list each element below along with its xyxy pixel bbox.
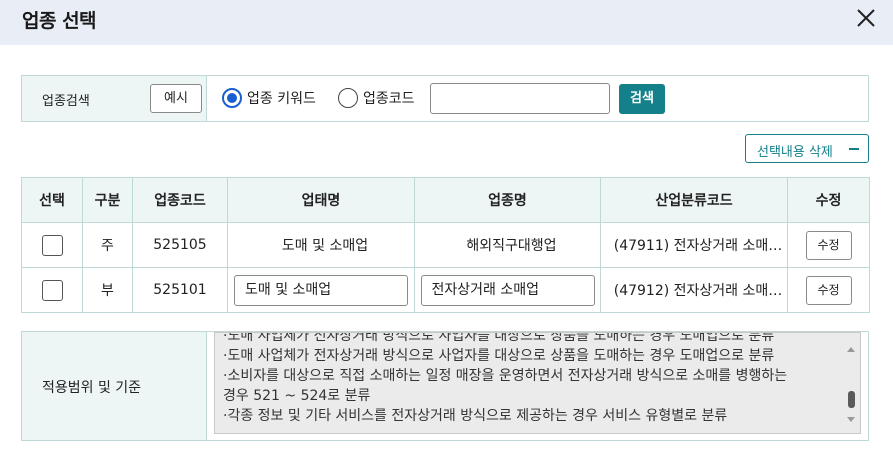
scope-line: ·도매 사업체가 전자상거래 방식으로 사업자를 대상으로 상품을 도매하는 경… — [223, 348, 775, 364]
header-type: 구분 — [82, 177, 133, 223]
table-header-row: 선택 구분 업종코드 업태명 업종명 산업분류코드 수정 — [21, 177, 870, 223]
business-name-cell: 해외직구대행업 — [414, 222, 601, 268]
delete-selection-label: 선택내용 삭제 — [757, 145, 833, 160]
code-cell: 525105 — [132, 222, 228, 268]
scroll-up-icon[interactable] — [847, 347, 855, 352]
scope-label: 적용범위 및 기준 — [42, 380, 142, 396]
header-industry-code: 산업분류코드 — [600, 177, 788, 223]
business-type-cell: 도매 및 소매업 — [227, 222, 415, 268]
radio-code-unchecked-icon[interactable] — [338, 88, 358, 108]
radio-keyword[interactable]: 업종 키워드 — [222, 87, 316, 109]
minus-icon — [849, 148, 859, 150]
scope-line: ·각종 정보 및 기타 서비스를 전자상거래 방식으로 제공하는 경우 서비스 … — [223, 408, 728, 424]
example-button[interactable]: 예시 — [150, 84, 202, 113]
type-cell: 부 — [82, 267, 133, 313]
row-checkbox[interactable] — [41, 234, 63, 256]
scope-label-cell: 적용범위 및 기준 — [22, 332, 207, 440]
scope-line: ·도매 사업체가 전자상거래 방식으로 사업자를 대상으로 상품을 도매하는 경… — [223, 332, 775, 344]
header-business-type: 업태명 — [227, 177, 415, 223]
industry-code-cell: (47912) 전자상거래 소매… — [600, 267, 788, 313]
business-type-input-cell: 도매 및 소매업 — [227, 267, 415, 313]
radio-keyword-label: 업종 키워드 — [247, 91, 316, 107]
edit-cell: 수정 — [787, 222, 870, 268]
header-select: 선택 — [21, 177, 83, 223]
dialog-title: 업종 선택 — [22, 10, 97, 32]
search-label-cell: 업종검색 예시 — [22, 76, 207, 121]
scroll-thumb[interactable] — [848, 391, 855, 408]
radio-code-label: 업종코드 — [363, 91, 415, 107]
header-code: 업종코드 — [132, 177, 228, 223]
dialog-header: 업종 선택 — [0, 0, 893, 45]
industry-code-cell: (47911) 전자상거래 소매… — [600, 222, 788, 268]
edit-cell: 수정 — [787, 267, 870, 313]
scope-line: ·소비자를 대상으로 직접 소매하는 일정 매장을 운영하면서 전자상거래 방식… — [223, 368, 788, 384]
edit-button[interactable]: 수정 — [805, 275, 852, 305]
business-name-input-cell: 전자상거래 소매업 — [414, 267, 601, 313]
radio-keyword-checked-icon[interactable] — [222, 88, 242, 108]
type-cell: 주 — [82, 222, 133, 268]
scope-scrollbar[interactable] — [843, 333, 860, 433]
search-button[interactable]: 검색 — [619, 84, 665, 114]
row-checkbox[interactable] — [41, 279, 63, 301]
search-panel: 업종검색 예시 업종 키워드 업종코드 검색 — [21, 75, 869, 122]
search-input[interactable] — [430, 83, 610, 114]
scope-textarea[interactable]: ·도매 사업체가 전자상거래 방식으로 사업자를 대상으로 상품을 도매하는 경… — [214, 332, 861, 434]
business-name-input[interactable]: 전자상거래 소매업 — [420, 274, 595, 306]
table-row: 부 525101 도매 및 소매업 전자상거래 소매업 (47912) 전자상거… — [21, 267, 870, 313]
business-type-table: 선택 구분 업종코드 업태명 업종명 산업분류코드 수정 주 525105 도매… — [21, 177, 870, 313]
delete-selection-button[interactable]: 선택내용 삭제 — [745, 134, 869, 163]
scope-lines: ·도매 사업체가 전자상거래 방식으로 사업자를 대상으로 상품을 도매하는 경… — [223, 332, 838, 426]
header-business-name: 업종명 — [414, 177, 601, 223]
table-row: 주 525105 도매 및 소매업 해외직구대행업 (47911) 전자상거래 … — [21, 222, 870, 268]
select-cell — [21, 222, 83, 268]
header-edit: 수정 — [787, 177, 870, 223]
search-label: 업종검색 — [42, 94, 90, 109]
scope-panel: 적용범위 및 기준 ·도매 사업체가 전자상거래 방식으로 사업자를 대상으로 … — [21, 331, 869, 441]
code-cell: 525101 — [132, 267, 228, 313]
close-icon[interactable] — [853, 5, 879, 31]
edit-button[interactable]: 수정 — [805, 230, 852, 260]
radio-code[interactable]: 업종코드 — [338, 87, 415, 109]
scope-line: 경우 521 ~ 524로 분류 — [223, 388, 371, 404]
business-type-input[interactable]: 도매 및 소매업 — [234, 274, 408, 306]
select-cell — [21, 267, 83, 313]
scroll-down-icon[interactable] — [847, 417, 855, 422]
